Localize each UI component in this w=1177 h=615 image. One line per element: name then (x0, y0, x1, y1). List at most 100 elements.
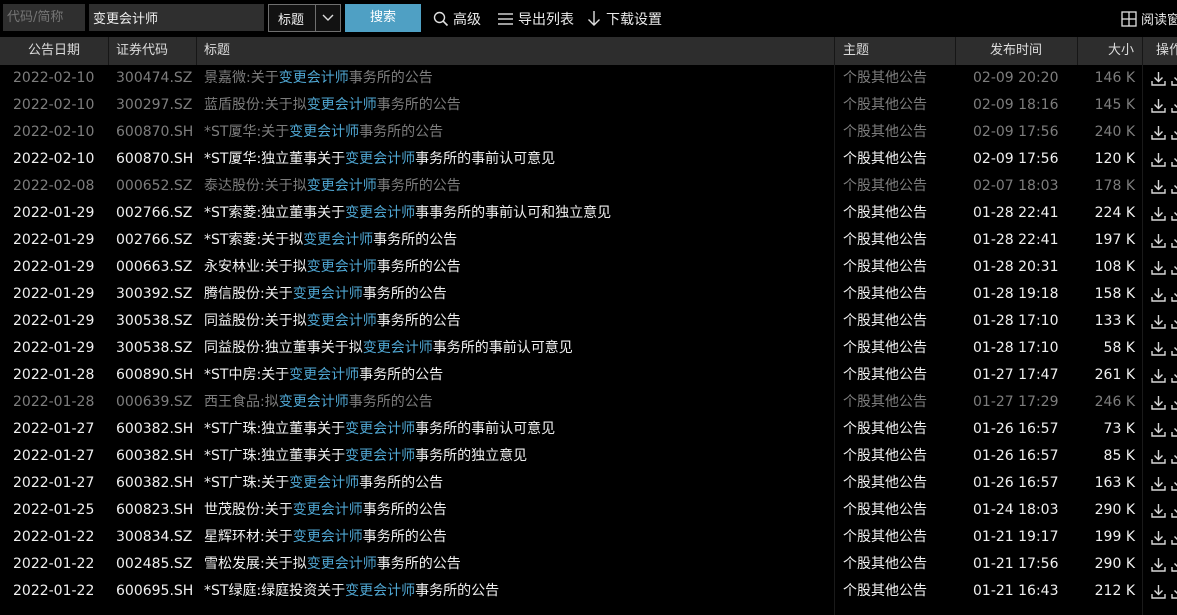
column-header-date[interactable]: 公告日期 (28, 37, 80, 65)
chevron-down-icon[interactable] (320, 9, 336, 29)
table-row[interactable]: 2022-01-28 600890.SH *ST中房:关于变更会计师事务所的公告 个股… (0, 362, 1177, 389)
announcement-title-link[interactable]: 雪松发展:关于拟变更会计师事务所的公告 (204, 551, 461, 578)
more-actions-icon[interactable] (1170, 367, 1177, 384)
column-divider[interactable] (108, 37, 109, 65)
table-row[interactable]: 2022-01-22 002485.SZ 雪松发展:关于拟变更会计师事务所的公告 个股… (0, 551, 1177, 578)
table-row[interactable]: 2022-02-10 600870.SH *ST厦华:独立董事关于变更会计师事务所的… (0, 146, 1177, 173)
more-actions-icon[interactable] (1170, 475, 1177, 492)
search-field-select[interactable]: 标题 (268, 4, 341, 32)
table-row[interactable]: 2022-02-10 300297.SZ 蓝盾股份:关于拟变更会计师事务所的公告 个股… (0, 92, 1177, 119)
column-header-size[interactable]: 大小 (1108, 37, 1134, 65)
table-row[interactable]: 2022-01-29 002766.SZ *ST索菱:独立董事关于变更会计师事事务所… (0, 200, 1177, 227)
table-row[interactable]: 2022-02-10 600870.SH *ST厦华:关于变更会计师事务所的公告 个股… (0, 119, 1177, 146)
announcement-title-link[interactable]: *ST厦华:关于变更会计师事务所的公告 (204, 119, 443, 146)
download-icon[interactable] (1150, 313, 1167, 330)
column-divider[interactable] (196, 37, 197, 65)
download-icon[interactable] (1150, 421, 1167, 438)
more-actions-icon[interactable] (1170, 259, 1177, 276)
announcement-title-link[interactable]: 腾信股份:关于变更会计师事务所的公告 (204, 281, 447, 308)
download-icon[interactable] (1150, 286, 1167, 303)
column-header-topic[interactable]: 主题 (843, 37, 869, 65)
download-icon[interactable] (1150, 448, 1167, 465)
download-icon[interactable] (1150, 475, 1167, 492)
announcement-title-link[interactable]: 永安林业:关于拟变更会计师事务所的公告 (204, 254, 461, 281)
table-row[interactable]: 2022-01-22 300834.SZ 星辉环材:关于变更会计师事务所的公告 个股其… (0, 524, 1177, 551)
table-row[interactable]: 2022-02-10 300474.SZ 景嘉微:关于变更会计师事务所的公告 个股其他… (0, 65, 1177, 92)
download-icon[interactable] (1150, 151, 1167, 168)
more-actions-icon[interactable] (1170, 70, 1177, 87)
announcement-title-link[interactable]: *ST索菱:独立董事关于变更会计师事事务所的事前认可和独立意见 (204, 200, 611, 227)
announcement-title-link[interactable]: *ST绿庭:绿庭投资关于变更会计师事务所的公告 (204, 578, 499, 605)
table-row[interactable]: 2022-01-29 300538.SZ 同益股份:独立董事关于拟变更会计师事务所的… (0, 335, 1177, 362)
announcement-title-link[interactable]: 世茂股份:关于变更会计师事务所的公告 (204, 497, 447, 524)
download-icon[interactable] (1150, 70, 1167, 87)
column-header-code[interactable]: 证券代码 (116, 37, 168, 65)
download-icon[interactable] (1150, 205, 1167, 222)
more-actions-icon[interactable] (1170, 583, 1177, 600)
table-row[interactable]: 2022-01-28 000639.SZ 西王食品:拟变更会计师事务所的公告 个股其他… (0, 389, 1177, 416)
more-actions-icon[interactable] (1170, 448, 1177, 465)
column-divider[interactable] (834, 37, 835, 65)
column-divider[interactable] (955, 37, 956, 65)
download-icon[interactable] (1150, 124, 1167, 141)
more-actions-icon[interactable] (1170, 502, 1177, 519)
table-row[interactable]: 2022-01-29 300538.SZ 同益股份:关于拟变更会计师事务所的公告 个股… (0, 308, 1177, 335)
announcement-title-link[interactable]: 星辉环材:关于变更会计师事务所的公告 (204, 524, 447, 551)
export-list-button[interactable]: 导出列表 (497, 9, 574, 29)
announcement-title-link[interactable]: *ST广珠:关于变更会计师事务所的公告 (204, 470, 443, 497)
download-settings-button[interactable]: 下载设置 (586, 9, 662, 29)
column-divider[interactable] (1077, 37, 1078, 65)
more-actions-icon[interactable] (1170, 178, 1177, 195)
table-row[interactable]: 2022-01-22 600695.SH *ST绿庭:绿庭投资关于变更会计师事务所的… (0, 578, 1177, 605)
announcement-title-link[interactable]: 泰达股份:关于拟变更会计师事务所的公告 (204, 173, 461, 200)
more-actions-icon[interactable] (1170, 97, 1177, 114)
announcement-title-link[interactable]: *ST广珠:独立董事关于变更会计师事务所的独立意见 (204, 443, 527, 470)
download-icon[interactable] (1150, 178, 1167, 195)
table-row[interactable]: 2022-01-29 002766.SZ *ST索菱:关于拟变更会计师事务所的公告 个… (0, 227, 1177, 254)
advanced-search-button[interactable]: 高级 (433, 9, 481, 29)
download-icon[interactable] (1150, 529, 1167, 546)
more-actions-icon[interactable] (1170, 124, 1177, 141)
keyword-search-input[interactable] (89, 4, 264, 31)
reader-window-toggle[interactable]: 阅读窗 (1121, 9, 1177, 28)
download-icon[interactable] (1150, 259, 1167, 276)
more-actions-icon[interactable] (1170, 421, 1177, 438)
announcement-title-link[interactable]: 同益股份:独立董事关于拟变更会计师事务所的事前认可意见 (204, 335, 573, 362)
announcement-title-link[interactable]: *ST厦华:独立董事关于变更会计师事务所的事前认可意见 (204, 146, 555, 173)
download-icon[interactable] (1150, 232, 1167, 249)
search-button[interactable]: 搜索 (345, 4, 421, 32)
announcement-title-link[interactable]: *ST中房:关于变更会计师事务所的公告 (204, 362, 443, 389)
column-header-title[interactable]: 标题 (204, 37, 230, 65)
more-actions-icon[interactable] (1170, 340, 1177, 357)
table-row[interactable]: 2022-01-27 600382.SH *ST广珠:关于变更会计师事务所的公告 个股… (0, 470, 1177, 497)
table-row[interactable]: 2022-01-27 600382.SH *ST广珠:独立董事关于变更会计师事务所的… (0, 443, 1177, 470)
more-actions-icon[interactable] (1170, 556, 1177, 573)
announcement-title-link[interactable]: *ST广珠:独立董事关于变更会计师事务所的事前认可意见 (204, 416, 555, 443)
download-icon[interactable] (1150, 367, 1167, 384)
announcement-title-link[interactable]: *ST索菱:关于拟变更会计师事务所的公告 (204, 227, 457, 254)
more-actions-icon[interactable] (1170, 205, 1177, 222)
more-actions-icon[interactable] (1170, 529, 1177, 546)
announcement-title-link[interactable]: 景嘉微:关于变更会计师事务所的公告 (204, 65, 433, 92)
more-actions-icon[interactable] (1170, 151, 1177, 168)
download-icon[interactable] (1150, 502, 1167, 519)
table-row[interactable]: 2022-01-27 600382.SH *ST广珠:独立董事关于变更会计师事务所的… (0, 416, 1177, 443)
announcement-title-link[interactable]: 同益股份:关于拟变更会计师事务所的公告 (204, 308, 461, 335)
more-actions-icon[interactable] (1170, 286, 1177, 303)
download-icon[interactable] (1150, 583, 1167, 600)
column-header-time[interactable]: 发布时间 (990, 37, 1042, 65)
table-row[interactable]: 2022-01-29 300392.SZ 腾信股份:关于变更会计师事务所的公告 个股其… (0, 281, 1177, 308)
download-icon[interactable] (1150, 394, 1167, 411)
column-divider[interactable] (1142, 37, 1143, 65)
table-row[interactable]: 2022-01-25 600823.SH 世茂股份:关于变更会计师事务所的公告 个股其… (0, 497, 1177, 524)
announcement-title-link[interactable]: 蓝盾股份:关于拟变更会计师事务所的公告 (204, 92, 461, 119)
table-row[interactable]: 2022-02-08 000652.SZ 泰达股份:关于拟变更会计师事务所的公告 个股… (0, 173, 1177, 200)
table-row[interactable]: 2022-01-29 000663.SZ 永安林业:关于拟变更会计师事务所的公告 个股… (0, 254, 1177, 281)
announcement-title-link[interactable]: 西王食品:拟变更会计师事务所的公告 (204, 389, 433, 416)
more-actions-icon[interactable] (1170, 394, 1177, 411)
download-icon[interactable] (1150, 97, 1167, 114)
download-icon[interactable] (1150, 556, 1167, 573)
download-icon[interactable] (1150, 340, 1167, 357)
more-actions-icon[interactable] (1170, 313, 1177, 330)
stock-code-input[interactable] (3, 4, 85, 31)
